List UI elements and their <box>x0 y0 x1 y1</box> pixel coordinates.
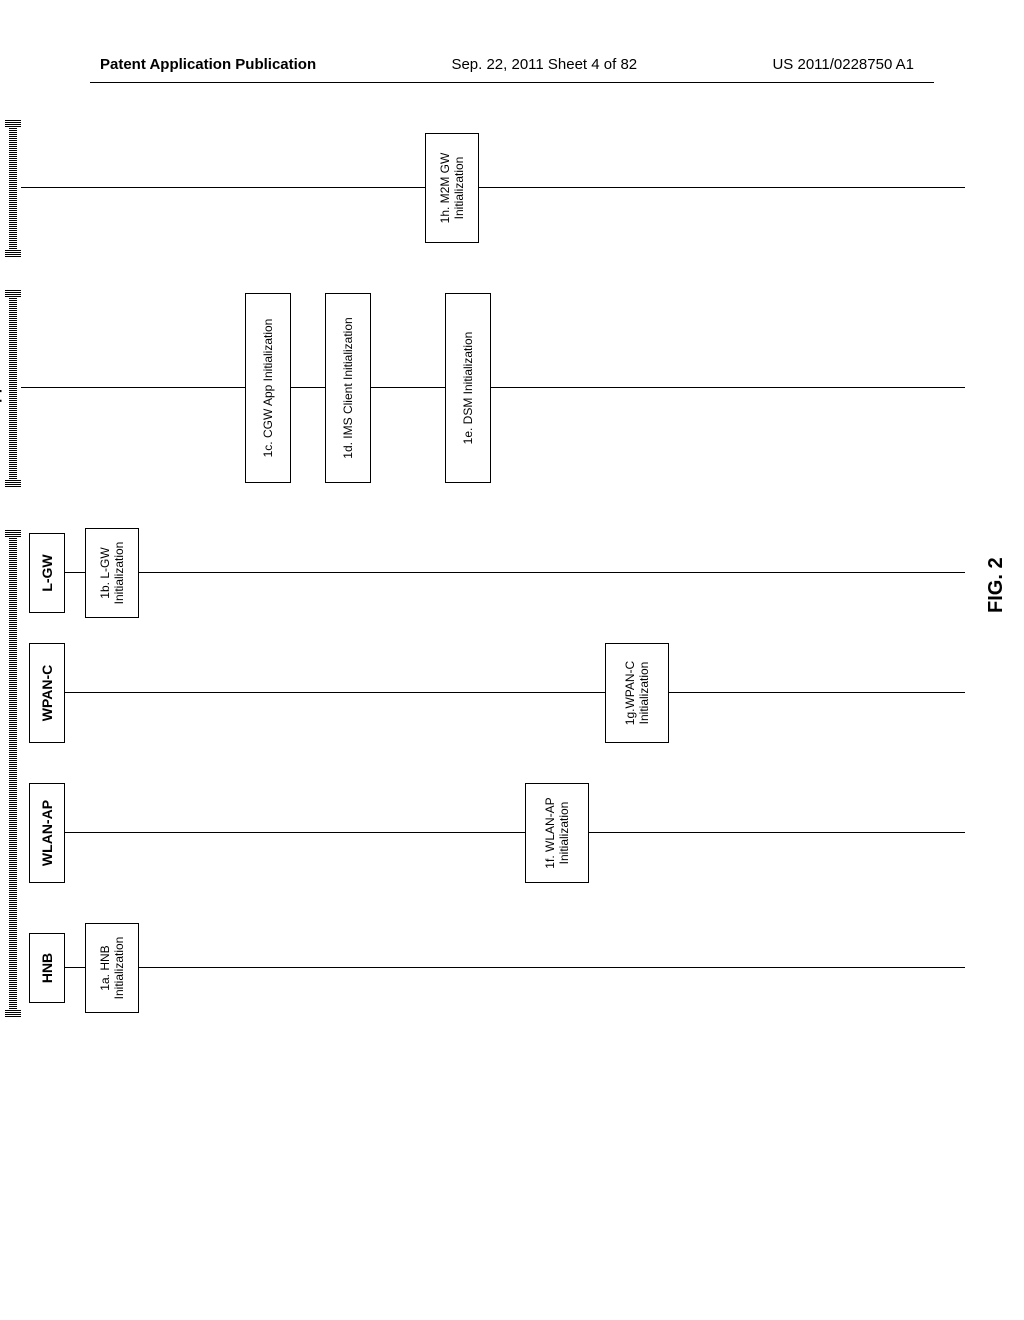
sequence-diagram: CGW Entities CGW Applications M2M GW HNB… <box>0 263 1024 1083</box>
group-bar-m2m <box>9 123 17 253</box>
group-bar-apps <box>9 293 17 483</box>
step-1g: 1g.WPAN-C Initialization <box>605 643 669 743</box>
header-pub-number: US 2011/0228750 A1 <box>772 56 914 73</box>
step-1c: 1c. CGW App Initialization <box>245 293 291 483</box>
group-label-apps: CGW Applications <box>0 293 3 483</box>
step-1f: 1f. WLAN-AP Initialization <box>525 783 589 883</box>
lifeline-apps <box>21 387 965 388</box>
lifeline-hnb <box>65 967 965 968</box>
entity-wlan-ap: WLAN-AP <box>29 783 65 883</box>
entity-wpan-c: WPAN-C <box>29 643 65 743</box>
header-date-sheet: Sep. 22, 2011 Sheet 4 of 82 <box>451 56 637 73</box>
lifeline-lgw <box>65 572 965 573</box>
lifeline-wpan <box>65 692 965 693</box>
step-1a: 1a. HNB Initialization <box>85 923 139 1013</box>
header-rule <box>90 82 934 83</box>
entity-hnb: HNB <box>29 933 65 1003</box>
step-1d: 1d. IMS Client Initialization <box>325 293 371 483</box>
header-publication: Patent Application Publication <box>100 56 316 73</box>
step-1b: 1b. L-GW Initialization <box>85 528 139 618</box>
group-bar-entities <box>9 533 17 1013</box>
lifeline-m2m <box>21 187 965 188</box>
group-label-m2m: M2M GW <box>0 123 3 253</box>
entity-lgw: L-GW <box>29 533 65 613</box>
step-1e: 1e. DSM Initialization <box>445 293 491 483</box>
step-1h: 1h. M2M GW Initialization <box>425 133 479 243</box>
group-label-entities: CGW Entities <box>0 533 3 1013</box>
figure-label: FIG. 2 <box>985 557 1008 613</box>
lifeline-wlan <box>65 832 965 833</box>
